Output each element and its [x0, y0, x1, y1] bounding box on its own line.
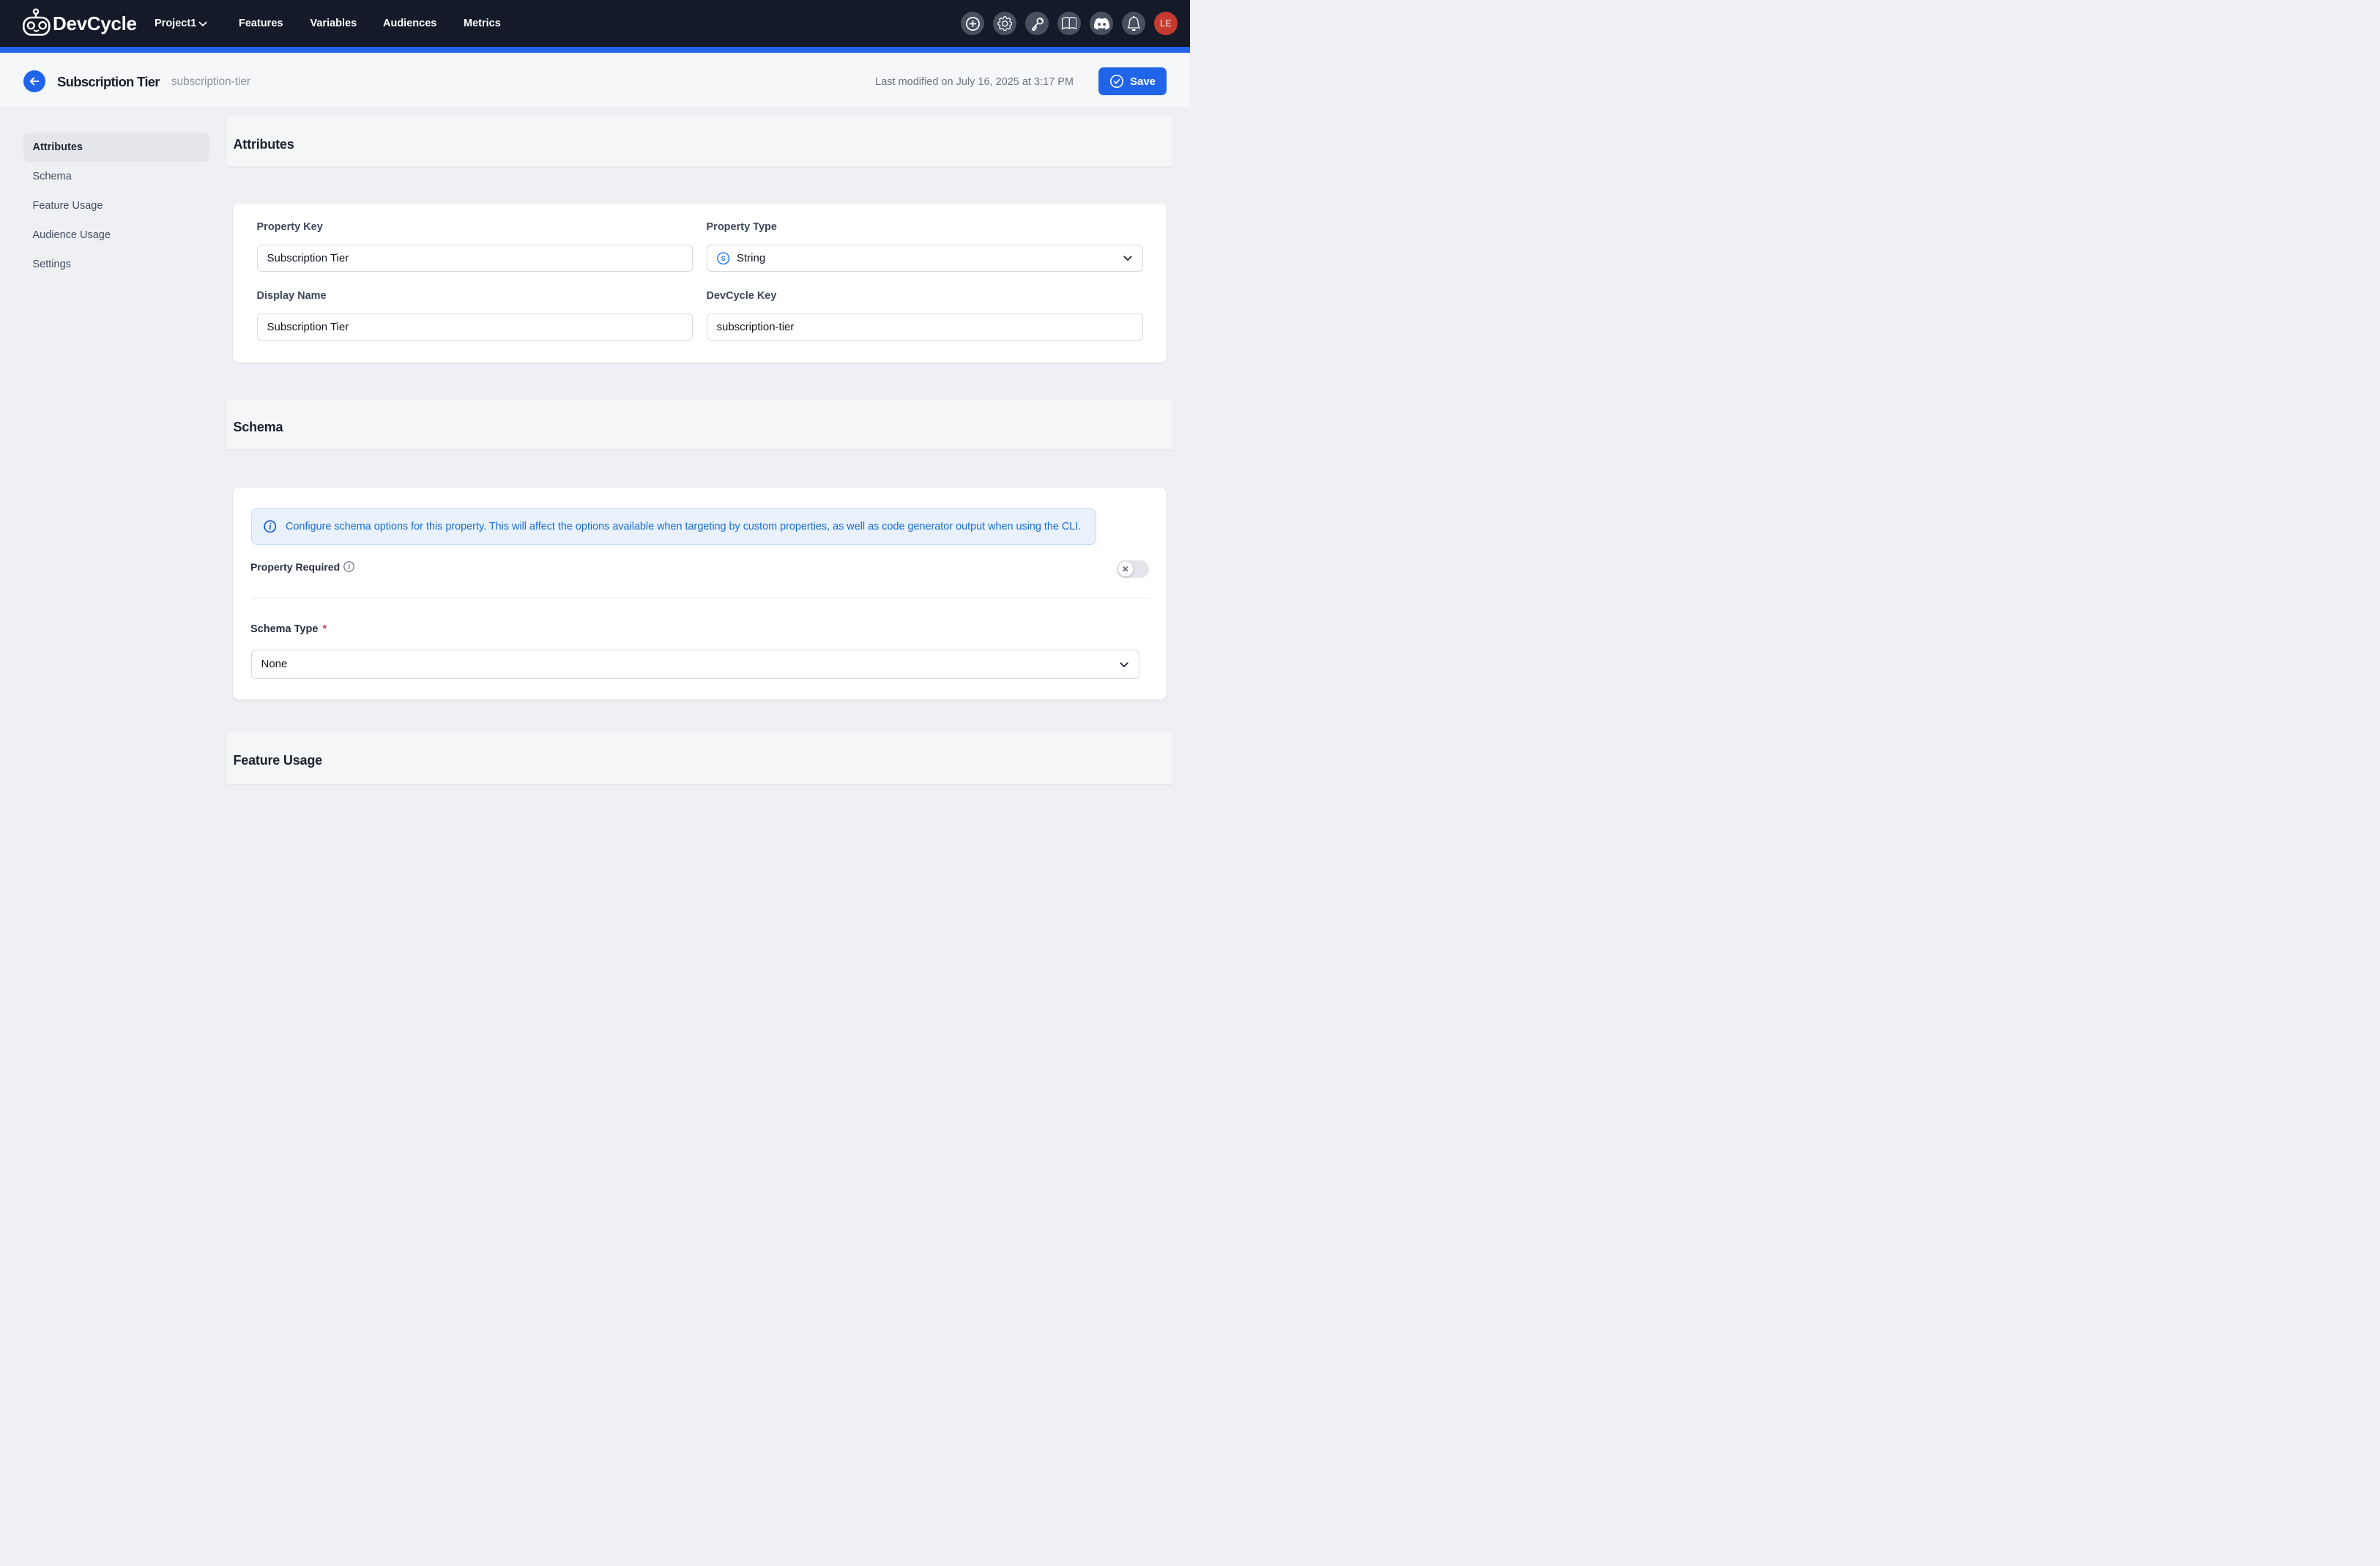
svg-text:i: i [269, 522, 272, 532]
svg-text:i: i [348, 563, 350, 571]
svg-text:S: S [721, 255, 726, 262]
